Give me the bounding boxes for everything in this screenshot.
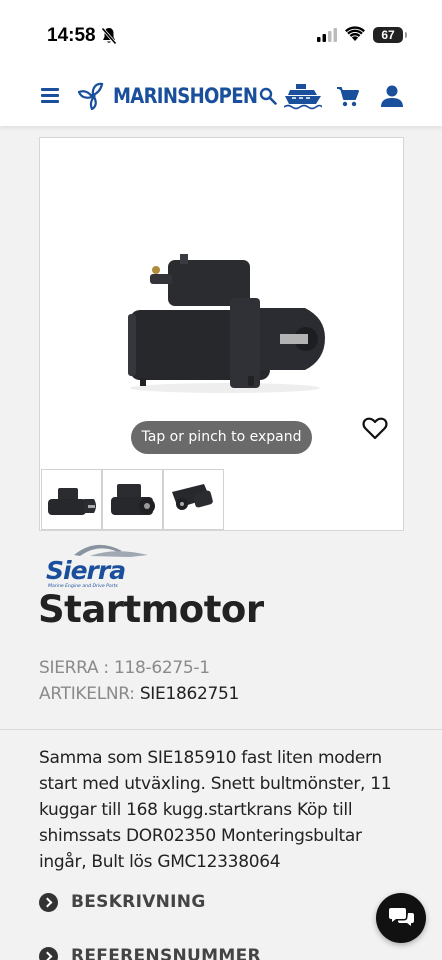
status-bar: 14:58 67 — [0, 0, 442, 68]
accordion-label: REFERENSNUMMER — [71, 946, 261, 960]
chevron-right-icon — [39, 947, 58, 960]
product-title: Startmotor — [38, 588, 264, 631]
article-number-row: ARTIKELNR: SIE1862751 — [39, 684, 239, 704]
thumbnail-1[interactable] — [41, 469, 102, 530]
svg-text:Sierra: Sierra — [46, 556, 125, 585]
sierra-part-number: SIERRA : 118-6275-1 — [39, 658, 210, 678]
site-header: MARINSHOPEN — [0, 68, 442, 126]
chat-button[interactable] — [376, 893, 426, 943]
heart-icon[interactable] — [362, 416, 388, 440]
boat-icon[interactable] — [284, 82, 322, 110]
product-gallery[interactable]: Tap or pinch to expand — [39, 137, 404, 531]
tap-to-expand-hint[interactable]: Tap or pinch to expand — [131, 421, 312, 454]
search-icon[interactable] — [259, 87, 277, 105]
user-icon[interactable] — [380, 84, 404, 108]
battery-indicator: 67 — [373, 27, 407, 43]
cart-icon[interactable] — [336, 86, 360, 108]
article-number-value: SIE1862751 — [139, 684, 240, 704]
propeller-logo-icon[interactable] — [78, 82, 108, 110]
accordion-label: BESKRIVNING — [71, 892, 206, 912]
chevron-right-icon — [39, 893, 58, 912]
silent-bell-icon — [101, 27, 117, 45]
status-time: 14:58 — [47, 25, 96, 46]
product-main-image[interactable] — [110, 238, 340, 398]
site-logo-text[interactable]: MARINSHOPEN — [113, 84, 258, 108]
thumbnail-3[interactable] — [163, 469, 224, 530]
section-divider — [0, 729, 442, 730]
chat-bubbles-icon — [389, 908, 414, 926]
sierra-brand-logo: Sierra Marine Engine and Drive Parts — [46, 544, 148, 589]
product-description: Samma som SIE185910 fast liten modern st… — [39, 748, 392, 872]
wifi-icon — [345, 26, 365, 41]
menu-icon[interactable] — [41, 88, 59, 104]
thumbnail-2[interactable] — [102, 469, 163, 530]
article-number-label: ARTIKELNR: — [39, 684, 135, 704]
cellular-signal-icon — [317, 28, 337, 42]
